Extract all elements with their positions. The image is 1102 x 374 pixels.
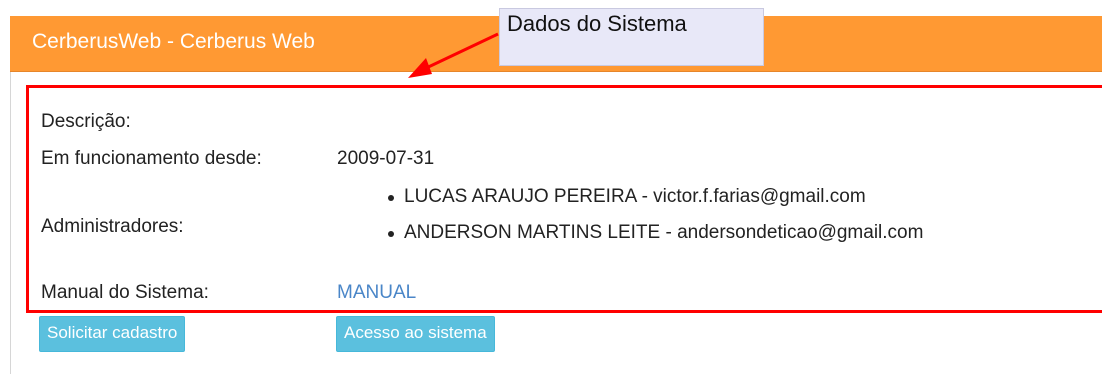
description-label: Descrição: — [41, 111, 131, 132]
annotation-callout: Dados do Sistema — [499, 8, 764, 66]
since-value: 2009-07-31 — [337, 148, 435, 169]
register-request-button[interactable]: Solicitar cadastro — [39, 316, 186, 352]
annotation-callout-text: Dados do Sistema — [507, 11, 687, 36]
manual-link[interactable]: MANUAL — [337, 282, 416, 304]
manual-label: Manual do Sistema: — [41, 282, 209, 303]
since-label: Em funcionamento desde: — [41, 148, 262, 169]
system-access-button[interactable]: Acesso ao sistema — [336, 316, 495, 352]
admin-item: ANDERSON MARTINS LEITE - andersondeticao… — [386, 222, 923, 258]
admins-label: Administradores: — [41, 216, 184, 237]
admin-item: LUCAS ARAUJO PEREIRA - victor.f.farias@g… — [386, 186, 923, 222]
annotation-arrow-icon — [408, 32, 499, 78]
admins-list: LUCAS ARAUJO PEREIRA - victor.f.farias@g… — [386, 186, 923, 258]
panel-title: CerberusWeb - Cerberus Web — [32, 30, 315, 53]
